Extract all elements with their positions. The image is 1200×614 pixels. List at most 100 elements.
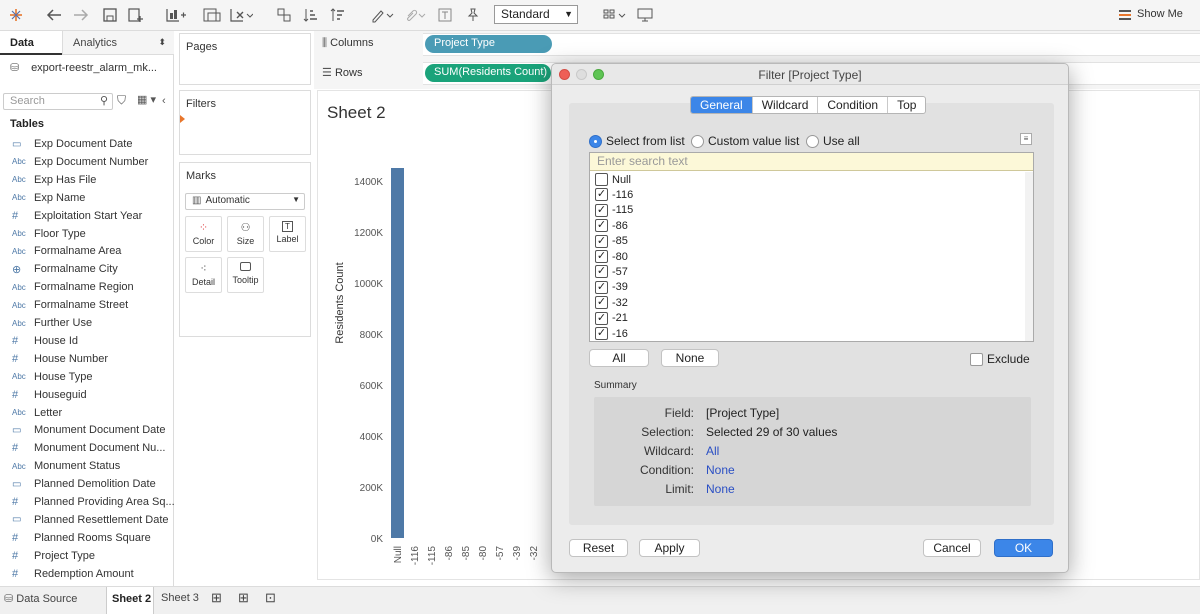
tab-condition[interactable]: Condition [817,97,887,113]
field-item[interactable]: ▭ Monument Document Date [12,422,165,438]
field-item[interactable]: Abc Floor Type [12,226,86,242]
tab-top[interactable]: Top [887,97,925,113]
field-item[interactable]: ▭ Planned Resettlement Date [12,512,169,528]
undo-icon[interactable] [45,6,63,24]
tooltip-mark-button[interactable]: Tooltip [227,257,264,293]
field-item[interactable]: ▭ Exp Document Date [12,136,132,152]
radio-custom-value-list[interactable]: Custom value list [691,134,799,148]
view-size-select[interactable]: Standard ▼ [494,5,578,24]
tab-data[interactable]: Data [0,31,62,55]
select-all-button[interactable]: All [589,349,649,367]
radio-use-all[interactable]: Use all [806,134,860,148]
detail-mark-button[interactable]: ⁖ Detail [185,257,222,293]
sort-descending-icon[interactable] [329,6,347,24]
device-preview-icon[interactable] [636,6,654,24]
view-options-icon[interactable]: ▦ ▾ [137,93,156,106]
data-source-tab[interactable]: ⛁ Data Source [4,592,77,605]
datasource-item[interactable]: ⛁ export-reestr_alarm_mk... [10,61,157,74]
summary-limit-link[interactable]: None [706,482,735,496]
field-item[interactable]: Abc Exp Document Number [12,154,148,170]
tab-wildcard[interactable]: Wildcard [751,97,818,113]
text-label-icon[interactable] [436,6,454,24]
paperclip-icon[interactable] [402,6,428,24]
field-item[interactable]: ▭ Planned Demolition Date [12,476,156,492]
new-dashboard-icon[interactable]: ⊞ [238,590,249,606]
presentation-mode-icon[interactable] [600,6,630,24]
new-worksheet-icon[interactable] [163,6,189,24]
list-scrollbar[interactable] [1025,172,1033,341]
ok-button[interactable]: OK [994,539,1053,557]
pin-icon[interactable] [464,6,482,24]
field-item[interactable]: Abc Exp Name [12,190,85,206]
field-item[interactable]: # Planned Providing Area Sq... [12,494,175,510]
field-item[interactable]: Abc Exp Has File [12,172,96,188]
field-item[interactable]: # Monument Document Nu... [12,440,165,456]
field-item[interactable]: # Redemption Amount [12,566,134,582]
mark-type-select[interactable]: ▥ Automatic ▼ [185,193,305,210]
apply-button[interactable]: Apply [639,539,700,557]
field-item[interactable]: # Planned Rooms Square [12,530,151,546]
color-mark-button[interactable]: ⁘ Color [185,216,222,252]
filter-icon[interactable]: ⛉ [117,93,126,108]
highlight-icon[interactable] [368,6,396,24]
label-mark-button[interactable]: T Label [269,216,306,252]
residents-count-pill[interactable]: SUM(Residents Count) [425,64,551,82]
filters-card[interactable]: Filters [179,90,311,155]
tab-sheet-3[interactable]: Sheet 3 [161,592,199,604]
field-item[interactable]: Abc Formalname Area [12,243,121,259]
field-item[interactable]: Abc House Type [12,369,93,385]
list-search-input[interactable]: Enter search text [590,153,1033,171]
value-item[interactable]: ✓ -32 [595,295,628,310]
field-item[interactable]: # House Number [12,351,108,367]
field-item[interactable]: # Exploitation Start Year [12,208,142,224]
radio-select-from-list[interactable]: Select from list [589,134,685,148]
show-me-button[interactable]: Show Me [1137,8,1183,20]
reset-button[interactable]: Reset [569,539,628,557]
value-item[interactable]: ✓ -39 [595,280,628,295]
project-type-pill[interactable]: Project Type [425,35,552,53]
save-icon[interactable] [101,6,119,24]
clear-sheet-icon[interactable] [226,6,256,24]
tab-general[interactable]: General [691,97,752,113]
field-item[interactable]: Abc Letter [12,405,62,421]
value-item[interactable]: ✓ -57 [595,264,628,279]
value-item[interactable]: ✓ -85 [595,234,628,249]
show-me-icon[interactable] [1118,6,1132,24]
value-item[interactable]: ✓ -16 [595,326,628,341]
cancel-button[interactable]: Cancel [923,539,981,557]
select-none-button[interactable]: None [661,349,719,367]
field-item[interactable]: Abc Formalname Region [12,279,134,295]
field-item[interactable]: # Project Type [12,548,95,564]
field-item[interactable]: # House Id [12,333,78,349]
new-story-icon[interactable]: ⊡ [265,590,276,606]
tab-sheet-2[interactable]: Sheet 2 [106,587,154,614]
swap-icon[interactable] [275,6,293,24]
value-item[interactable]: ✓ -21 [595,311,628,326]
exclude-checkbox[interactable]: Exclude [970,352,1030,366]
bar[interactable] [391,168,404,538]
size-mark-button[interactable]: ⚇ Size [227,216,264,252]
list-menu-icon[interactable]: ≡ [1020,133,1032,145]
field-item[interactable]: # Houseguid [12,387,87,403]
new-datasource-icon[interactable] [127,6,145,24]
redo-icon[interactable] [72,6,90,24]
tableau-logo-icon[interactable] [7,6,25,24]
value-item[interactable]: ✓ -116 [595,187,633,202]
more-icon[interactable]: ‹ [162,95,167,107]
duplicate-sheet-icon[interactable] [199,6,225,24]
field-search-input[interactable]: Search ⚲ [3,93,113,110]
new-worksheet-icon[interactable]: ⊞ [211,590,222,606]
pages-card[interactable]: Pages [179,33,311,85]
value-item[interactable]: ✓ -86 [595,218,628,233]
field-item[interactable]: Abc Monument Status [12,458,120,474]
value-item[interactable]: ✓ -115 [595,203,633,218]
summary-wildcard-link[interactable]: All [706,444,719,458]
summary-condition-link[interactable]: None [706,463,735,477]
tab-analytics[interactable]: Analytics ⬍ [62,31,174,55]
field-item[interactable]: ⊕ Formalname City [12,261,118,277]
sort-ascending-icon[interactable] [302,6,320,24]
field-item[interactable]: Abc Further Use [12,315,92,331]
field-item[interactable]: Abc Formalname Street [12,297,128,313]
value-item[interactable]: ✓ -80 [595,249,628,264]
value-item[interactable]: Null [595,172,631,187]
